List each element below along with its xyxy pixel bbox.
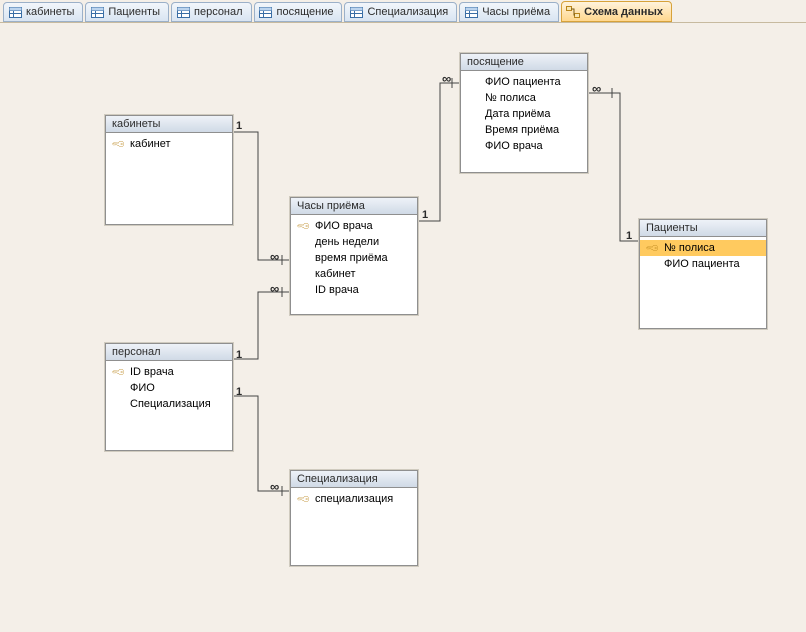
tab-bar: кабинеты Пациенты персонал посящение Спе…	[0, 0, 806, 22]
tab-label: посящение	[277, 6, 334, 18]
tab-label: Схема данных	[584, 6, 663, 18]
field-name: Специализация	[130, 397, 211, 411]
field-row[interactable]: ID врача	[291, 282, 417, 298]
field-row[interactable]: время приёма	[291, 250, 417, 266]
field-row[interactable]: Время приёма	[461, 122, 587, 138]
tab-pacienty[interactable]: Пациенты	[85, 2, 169, 22]
table-icon	[8, 5, 22, 19]
table-title: посящение	[461, 54, 587, 71]
cardinality-many: ∞	[592, 81, 601, 96]
tab-label: кабинеты	[26, 6, 74, 18]
tab-label: персонал	[194, 6, 243, 18]
table-kabinety[interactable]: кабинеты 🔑︎ кабинет	[105, 115, 233, 225]
field-row[interactable]: ФИО врача	[461, 138, 587, 154]
field-row[interactable]: Специализация	[106, 396, 232, 412]
field-row[interactable]: 🔑︎ специализация	[291, 491, 417, 507]
table-icon	[464, 5, 478, 19]
field-name: ФИО врача	[485, 139, 543, 153]
table-specializatsiya[interactable]: Специализация 🔑︎ специализация	[290, 470, 418, 566]
field-name: ID врача	[130, 365, 174, 379]
field-name: Время приёма	[485, 123, 559, 137]
cardinality-one: 1	[236, 386, 242, 398]
field-name: № полиса	[485, 91, 536, 105]
cardinality-many: ∞	[270, 479, 279, 494]
field-name: специализация	[315, 492, 393, 506]
table-title: кабинеты	[106, 116, 232, 133]
field-row[interactable]: ФИО	[106, 380, 232, 396]
field-name: ФИО пациента	[664, 257, 740, 271]
field-row[interactable]: № полиса	[461, 90, 587, 106]
field-row[interactable]: 🔑︎ ФИО врача	[291, 218, 417, 234]
field-name: № полиса	[664, 241, 715, 255]
field-row[interactable]: ФИО пациента	[640, 256, 766, 272]
cardinality-one: 1	[236, 349, 242, 361]
field-row[interactable]: 🔑︎ № полиса	[640, 240, 766, 256]
tab-label: Часы приёма	[482, 6, 550, 18]
cardinality-one: 1	[236, 120, 242, 132]
table-title: персонал	[106, 344, 232, 361]
table-fields: ФИО пациента № полиса Дата приёма Время …	[461, 71, 587, 160]
field-name: кабинет	[315, 267, 355, 281]
table-fields: 🔑︎ ID врача ФИО Специализация	[106, 361, 232, 418]
primary-key-icon: 🔑︎	[112, 366, 126, 378]
table-personal[interactable]: персонал 🔑︎ ID врача ФИО Специализация	[105, 343, 233, 451]
table-chasy-priema[interactable]: Часы приёма 🔑︎ ФИО врача день недели врем…	[290, 197, 418, 315]
field-name: ФИО врача	[315, 219, 373, 233]
table-icon	[349, 5, 363, 19]
tab-chasy-priema[interactable]: Часы приёма	[459, 2, 559, 22]
field-name: ФИО	[130, 381, 155, 395]
cardinality-many: ∞	[270, 249, 279, 264]
field-name: Дата приёма	[485, 107, 550, 121]
field-row[interactable]: 🔑︎ ID врача	[106, 364, 232, 380]
field-row[interactable]: кабинет	[291, 266, 417, 282]
cardinality-one: 1	[422, 209, 428, 221]
table-icon	[90, 5, 104, 19]
primary-key-icon: 🔑︎	[297, 220, 311, 232]
table-title: Часы приёма	[291, 198, 417, 215]
table-title: Специализация	[291, 471, 417, 488]
tab-posyashenie[interactable]: посящение	[254, 2, 343, 22]
field-name: время приёма	[315, 251, 388, 265]
relationships-icon	[566, 5, 580, 19]
table-icon	[259, 5, 273, 19]
field-name: день недели	[315, 235, 379, 249]
cardinality-many: ∞	[442, 71, 451, 86]
field-row[interactable]: 🔑︎ кабинет	[106, 136, 232, 152]
primary-key-icon: 🔑︎	[112, 138, 126, 150]
tab-label: Специализация	[367, 6, 448, 18]
table-pacienty[interactable]: Пациенты 🔑︎ № полиса ФИО пациента	[639, 219, 767, 329]
tab-specializatsiya[interactable]: Специализация	[344, 2, 457, 22]
field-row[interactable]: день недели	[291, 234, 417, 250]
relationships-canvas[interactable]: 1 ∞ 1 ∞ 1 ∞ 1 ∞ ∞ 1 кабинеты 🔑︎ кабинет …	[0, 22, 806, 632]
table-fields: 🔑︎ № полиса ФИО пациента	[640, 237, 766, 278]
tab-kabinety[interactable]: кабинеты	[3, 2, 83, 22]
table-fields: 🔑︎ ФИО врача день недели время приёма каб…	[291, 215, 417, 304]
table-icon	[176, 5, 190, 19]
tab-schema[interactable]: Схема данных	[561, 1, 672, 22]
table-title: Пациенты	[640, 220, 766, 237]
cardinality-one: 1	[626, 230, 632, 242]
primary-key-icon: 🔑︎	[646, 242, 660, 254]
table-fields: 🔑︎ специализация	[291, 488, 417, 513]
table-posyashenie[interactable]: посящение ФИО пациента № полиса Дата при…	[460, 53, 588, 173]
tab-label: Пациенты	[108, 6, 160, 18]
field-name: кабинет	[130, 137, 170, 151]
primary-key-icon: 🔑︎	[297, 493, 311, 505]
field-row[interactable]: Дата приёма	[461, 106, 587, 122]
field-name: ID врача	[315, 283, 359, 297]
table-fields: 🔑︎ кабинет	[106, 133, 232, 158]
field-row[interactable]: ФИО пациента	[461, 74, 587, 90]
tab-personal[interactable]: персонал	[171, 2, 252, 22]
cardinality-many: ∞	[270, 281, 279, 296]
field-name: ФИО пациента	[485, 75, 561, 89]
